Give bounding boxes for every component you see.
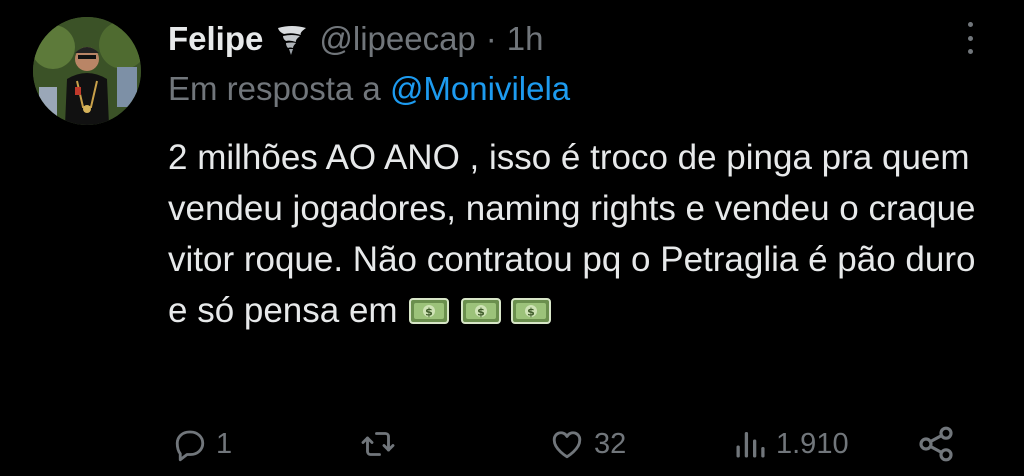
- tweet-actions: 1 32 1.910: [0, 420, 1024, 468]
- author-handle[interactable]: @lipeecap: [319, 20, 475, 58]
- like-count: 32: [594, 427, 627, 460]
- reply-count: 1: [216, 427, 233, 460]
- tweet-text: 2 milhões AO ANO , isso é troco de pinga…: [168, 132, 988, 336]
- reply-prefix: Em resposta a: [168, 70, 381, 107]
- reply-mention-link[interactable]: @Monivilela: [390, 70, 570, 107]
- more-dot-icon: [967, 22, 973, 27]
- svg-text:$: $: [426, 306, 434, 319]
- views-chart-icon: [736, 432, 765, 458]
- reply-button[interactable]: 1: [172, 420, 232, 468]
- timestamp[interactable]: 1h: [507, 20, 544, 58]
- views-button[interactable]: 1.910: [732, 420, 849, 468]
- retweet-button[interactable]: [358, 420, 406, 468]
- heart-icon: [552, 431, 582, 459]
- reply-context: Em resposta a @Monivilela: [168, 70, 570, 108]
- tweet-body: 2 milhões AO ANO , isso é troco de pinga…: [168, 138, 976, 330]
- like-button[interactable]: 32: [548, 420, 626, 468]
- money-icon: $: [510, 289, 551, 324]
- view-count: 1.910: [776, 427, 849, 460]
- reply-icon: [175, 430, 205, 462]
- display-name[interactable]: Felipe: [168, 20, 263, 58]
- svg-text:$: $: [477, 306, 485, 319]
- svg-text:$: $: [527, 306, 535, 319]
- retweet-icon: [361, 432, 395, 456]
- tweet-header: Felipe @lipeecap · 1h: [168, 18, 544, 60]
- header-separator: ·: [485, 20, 497, 57]
- share-button[interactable]: [916, 420, 956, 468]
- share-icon: [919, 426, 953, 462]
- avatar-image: [33, 17, 141, 125]
- tweet-card[interactable]: Felipe @lipeecap · 1h Em resposta a @Mon…: [0, 0, 1024, 476]
- tornado-icon: [275, 22, 309, 56]
- money-icon: $: [461, 289, 502, 324]
- more-dot-icon: [967, 35, 973, 41]
- more-dot-icon: [967, 49, 973, 54]
- money-icon: $: [409, 289, 450, 324]
- avatar[interactable]: [33, 17, 141, 125]
- more-options-button[interactable]: [958, 18, 982, 58]
